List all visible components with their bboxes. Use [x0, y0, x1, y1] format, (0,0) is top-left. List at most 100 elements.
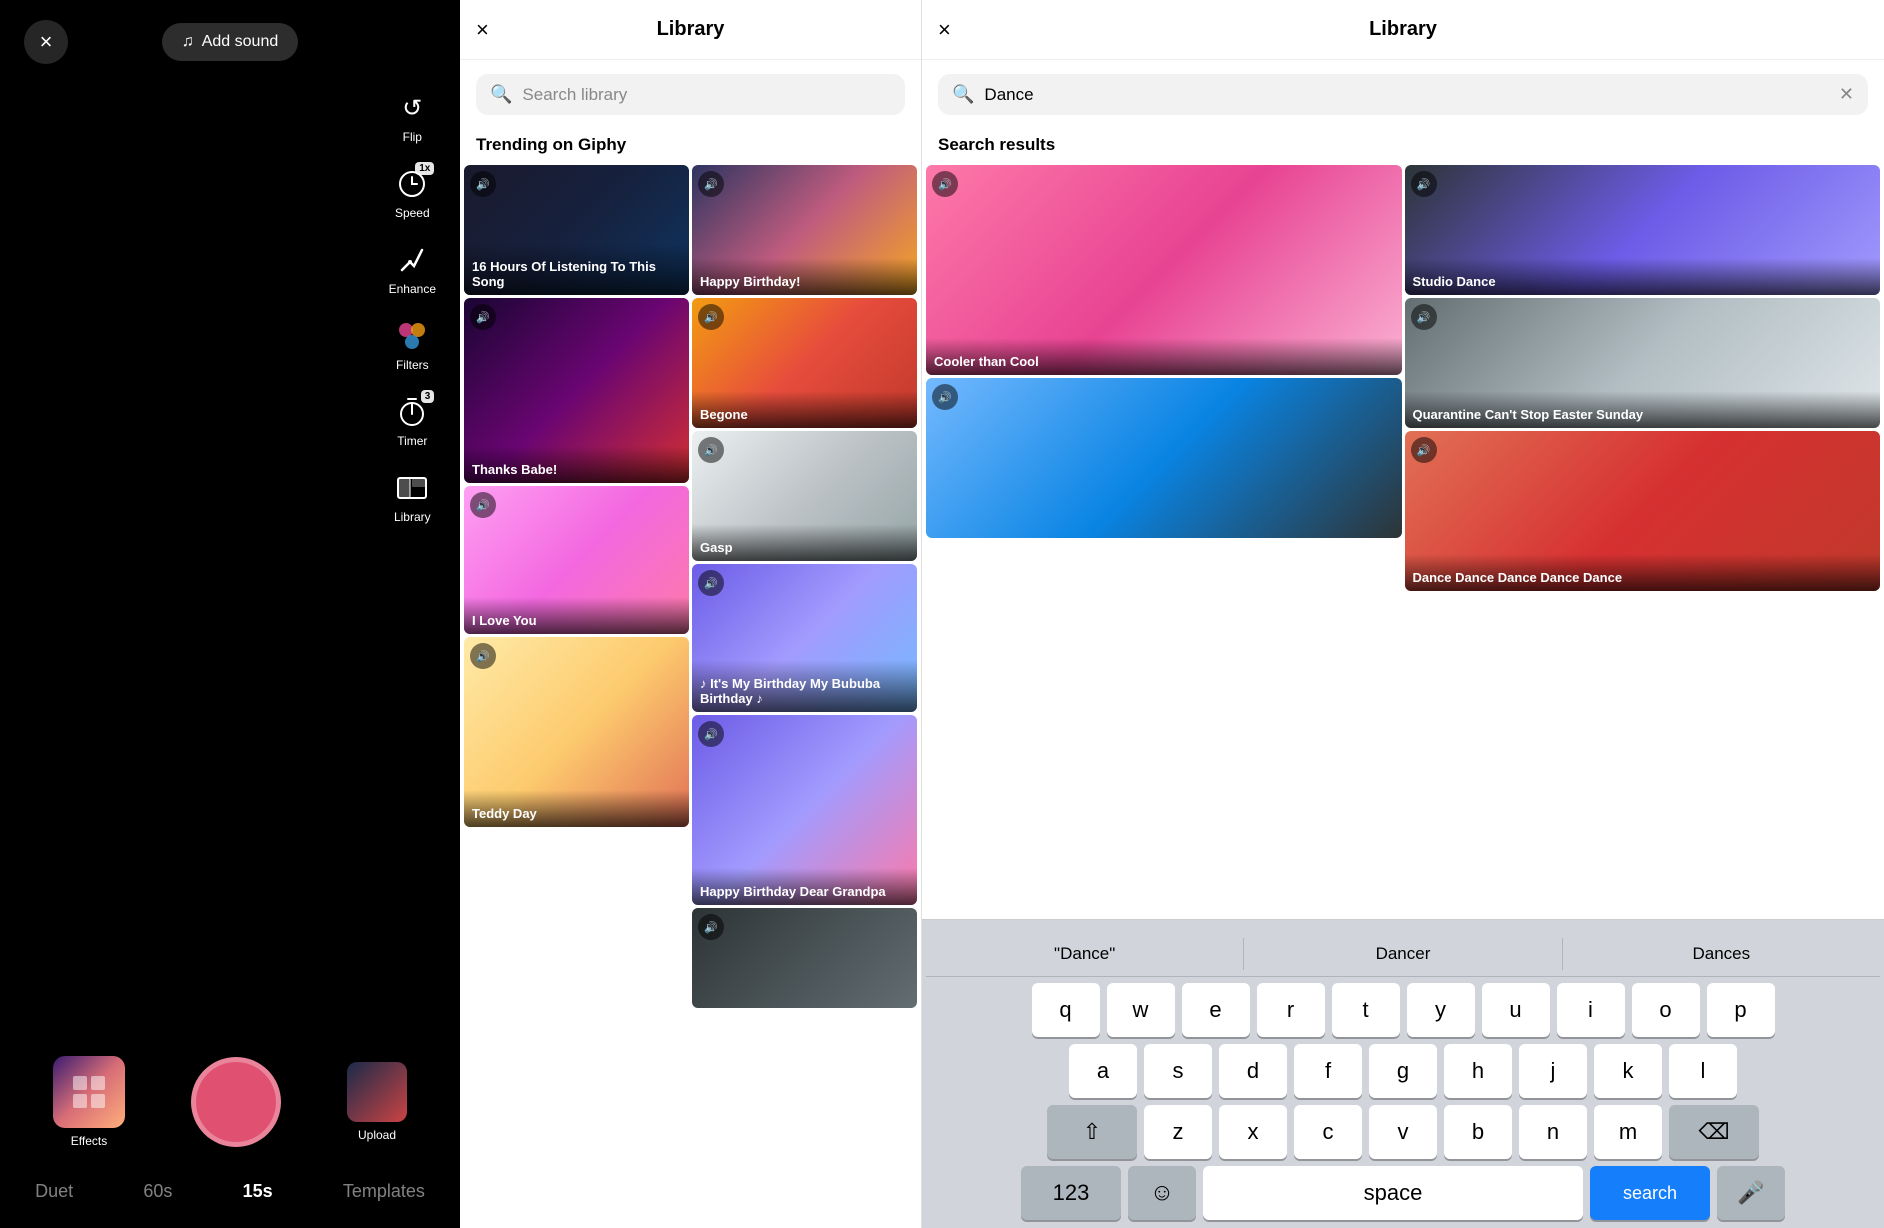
- filters-tool[interactable]: Filters: [388, 308, 436, 382]
- music-icon: ♫: [182, 33, 194, 51]
- right-search-icon: 🔍: [952, 84, 974, 105]
- effects-button[interactable]: Effects: [53, 1056, 125, 1148]
- gif-bday2[interactable]: 🔊 ♪ It's My Birthday My Bububa Birthday …: [692, 564, 917, 712]
- suggestion-dancer[interactable]: Dancer: [1244, 938, 1562, 970]
- emoji-key[interactable]: ☺: [1128, 1166, 1196, 1220]
- key-r[interactable]: r: [1257, 983, 1325, 1037]
- key-m[interactable]: m: [1594, 1105, 1662, 1159]
- flip-icon: ↺: [394, 90, 430, 126]
- key-p[interactable]: p: [1707, 983, 1775, 1037]
- middle-search-bar[interactable]: 🔍 Search library: [476, 74, 905, 115]
- templates-tab[interactable]: Templates: [333, 1175, 435, 1208]
- right-search-bar[interactable]: 🔍 Dance ✕: [938, 74, 1868, 115]
- key-z[interactable]: z: [1144, 1105, 1212, 1159]
- space-key[interactable]: space: [1203, 1166, 1583, 1220]
- library-icon: [394, 470, 430, 506]
- gif-thank[interactable]: 🔊: [692, 908, 917, 1008]
- key-n[interactable]: n: [1519, 1105, 1587, 1159]
- keyboard-row-3: ⇧ z x c v b n m ⌫: [926, 1105, 1880, 1159]
- flip-label: Flip: [403, 130, 422, 144]
- flip-tool[interactable]: ↺ Flip: [388, 80, 436, 154]
- bottom-controls: Effects Upload: [0, 1056, 460, 1148]
- gif-grandpa[interactable]: 🔊 Happy Birthday Dear Grandpa: [692, 715, 917, 905]
- key-w[interactable]: w: [1107, 983, 1175, 1037]
- result-cooler[interactable]: 🔊 Cooler than Cool: [926, 165, 1402, 375]
- result-quarantine[interactable]: 🔊 Quarantine Can't Stop Easter Sunday: [1405, 298, 1881, 428]
- key-v[interactable]: v: [1369, 1105, 1437, 1159]
- key-b[interactable]: b: [1444, 1105, 1512, 1159]
- key-q[interactable]: q: [1032, 983, 1100, 1037]
- key-c[interactable]: c: [1294, 1105, 1362, 1159]
- numbers-key[interactable]: 123: [1021, 1166, 1121, 1220]
- 60s-tab[interactable]: 60s: [133, 1175, 182, 1208]
- speed-tool[interactable]: 1x Speed: [388, 156, 436, 230]
- key-t[interactable]: t: [1332, 983, 1400, 1037]
- key-f[interactable]: f: [1294, 1044, 1362, 1098]
- right-search-input[interactable]: Dance: [984, 85, 1033, 105]
- result-dancing[interactable]: 🔊: [926, 378, 1402, 538]
- key-d[interactable]: d: [1219, 1044, 1287, 1098]
- middle-library-close[interactable]: ×: [476, 17, 489, 43]
- library-tool[interactable]: Library: [388, 460, 437, 534]
- keyboard: "Dance" Dancer Dances q w e r t y u i o …: [922, 919, 1884, 1228]
- gif-teddy[interactable]: 🔊 Teddy Day: [464, 637, 689, 827]
- add-sound-button[interactable]: ♫ Add sound: [162, 23, 299, 61]
- timer-tool[interactable]: 3 Timer: [388, 384, 436, 458]
- key-y[interactable]: y: [1407, 983, 1475, 1037]
- key-h[interactable]: h: [1444, 1044, 1512, 1098]
- gif-love[interactable]: 🔊 I Love You: [464, 486, 689, 634]
- volume-icon-love: 🔊: [470, 492, 496, 518]
- gif-birthday[interactable]: 🔊 Happy Birthday!: [692, 165, 917, 295]
- suggestion-dances[interactable]: Dances: [1563, 938, 1880, 970]
- volume-icon-dancing: 🔊: [932, 384, 958, 410]
- record-button[interactable]: [191, 1057, 281, 1147]
- key-a[interactable]: a: [1069, 1044, 1137, 1098]
- right-toolbar: ↺ Flip 1x Speed Enha: [383, 80, 442, 534]
- volume-icon-grandpa: 🔊: [698, 721, 724, 747]
- filters-icon: [394, 318, 430, 354]
- shift-key[interactable]: ⇧: [1047, 1105, 1137, 1159]
- gif-begone[interactable]: 🔊 Begone: [692, 298, 917, 428]
- gif-gasp[interactable]: 🔊 Gasp: [692, 431, 917, 561]
- upload-button[interactable]: Upload: [347, 1062, 407, 1142]
- effects-icon: [53, 1056, 125, 1128]
- close-icon: ×: [40, 29, 53, 55]
- trending-label: Trending on Giphy: [460, 129, 921, 165]
- right-library-close[interactable]: ×: [938, 17, 951, 43]
- backspace-key[interactable]: ⌫: [1669, 1105, 1759, 1159]
- right-library-title: Library: [1369, 18, 1437, 41]
- key-j[interactable]: j: [1519, 1044, 1587, 1098]
- main-close-button[interactable]: ×: [24, 20, 68, 64]
- search-results-grid: 🔊 Cooler than Cool 🔊 🔊 Studio Dance: [922, 165, 1884, 919]
- key-o[interactable]: o: [1632, 983, 1700, 1037]
- key-e[interactable]: e: [1182, 983, 1250, 1037]
- gif-birthday-label: Happy Birthday!: [692, 258, 917, 295]
- volume-icon-quarantine: 🔊: [1411, 304, 1437, 330]
- search-clear-button[interactable]: ✕: [1839, 84, 1854, 105]
- microphone-key[interactable]: 🎤: [1717, 1166, 1785, 1220]
- key-g[interactable]: g: [1369, 1044, 1437, 1098]
- key-k[interactable]: k: [1594, 1044, 1662, 1098]
- key-x[interactable]: x: [1219, 1105, 1287, 1159]
- suggestion-dance[interactable]: "Dance": [926, 938, 1244, 970]
- 15s-tab[interactable]: 15s: [233, 1175, 283, 1208]
- duet-tab[interactable]: Duet: [25, 1175, 83, 1208]
- key-s[interactable]: s: [1144, 1044, 1212, 1098]
- gif-jojo[interactable]: 🔊 16 Hours Of Listening To This Song: [464, 165, 689, 295]
- gif-begone-label: Begone: [692, 391, 917, 428]
- gif-thanks[interactable]: 🔊 Thanks Babe!: [464, 298, 689, 483]
- key-i[interactable]: i: [1557, 983, 1625, 1037]
- key-u[interactable]: u: [1482, 983, 1550, 1037]
- search-key[interactable]: search: [1590, 1166, 1710, 1220]
- result-dance2[interactable]: 🔊 Dance Dance Dance Dance Dance: [1405, 431, 1881, 591]
- keyboard-suggestions: "Dance" Dancer Dances: [926, 928, 1880, 977]
- enhance-tool[interactable]: Enhance: [383, 232, 442, 306]
- middle-library-panel: × Library 🔍 Search library Trending on G…: [460, 0, 922, 1228]
- volume-icon-gasp: 🔊: [698, 437, 724, 463]
- middle-search-icon: 🔍: [490, 84, 512, 105]
- keyboard-row-1: q w e r t y u i o p: [926, 983, 1880, 1037]
- result-studio[interactable]: 🔊 Studio Dance: [1405, 165, 1881, 295]
- key-l[interactable]: l: [1669, 1044, 1737, 1098]
- middle-search-input[interactable]: Search library: [522, 85, 627, 105]
- record-mode-tabs: Duet 60s 15s Templates: [0, 1175, 460, 1208]
